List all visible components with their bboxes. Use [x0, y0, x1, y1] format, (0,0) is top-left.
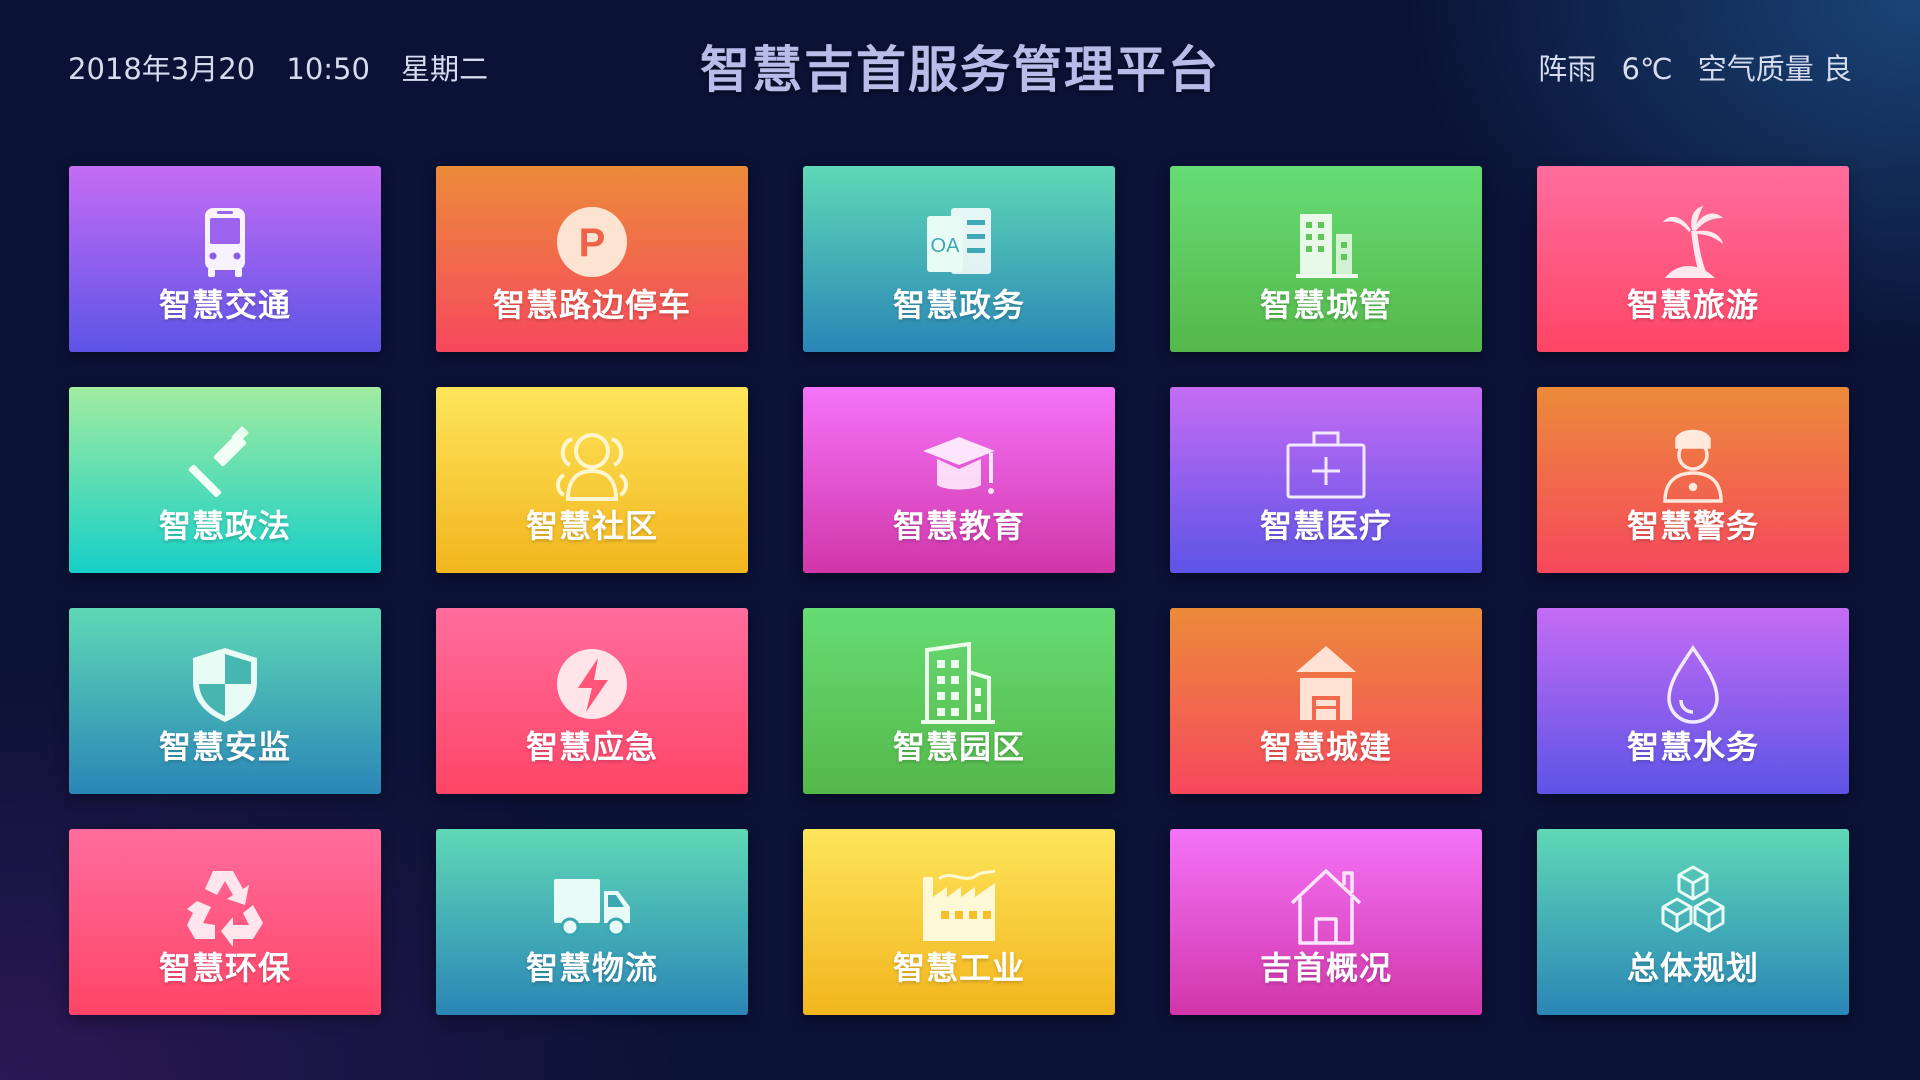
tile-label: 智慧交通 — [158, 286, 291, 324]
parking-icon: P — [550, 200, 634, 284]
house-construction-icon — [1284, 642, 1368, 726]
tile-smart-emergency[interactable]: 智慧应急 — [436, 608, 748, 794]
air-quality-text: 空气质量 良 — [1697, 52, 1852, 86]
home-outline-icon — [1284, 863, 1368, 947]
tile-smart-police[interactable]: 智慧警务 — [1537, 387, 1849, 573]
tile-jishou-overview[interactable]: 吉首概况 — [1170, 829, 1482, 1015]
delivery-truck-icon — [550, 863, 634, 947]
tile-smart-tourism[interactable]: 智慧旅游 — [1537, 166, 1849, 352]
tile-smart-law[interactable]: 智慧政法 — [69, 387, 381, 573]
office-park-icon — [917, 642, 1001, 726]
tile-smart-safety-supervision[interactable]: 智慧安监 — [69, 608, 381, 794]
module-grid: 智慧交通 P 智慧路边停车 OA 智慧政务 智慧城管 智慧旅游 智慧政法 智慧社… — [69, 166, 1852, 1015]
weather-text: 阵雨 — [1538, 52, 1597, 86]
tile-label: 智慧路边停车 — [492, 286, 691, 324]
svg-text:OA: OA — [931, 235, 961, 257]
top-bar: 2018年3月20 10:50 星期二 智慧吉首服务管理平台 阵雨 6℃ 空气质… — [0, 0, 1920, 130]
police-officer-icon — [1651, 421, 1735, 505]
tile-smart-park[interactable]: 智慧园区 — [803, 608, 1115, 794]
tile-label: 智慧城建 — [1259, 728, 1392, 766]
tile-smart-education[interactable]: 智慧教育 — [803, 387, 1115, 573]
tile-label: 智慧社区 — [525, 507, 658, 545]
tile-label: 智慧旅游 — [1626, 286, 1759, 324]
tile-smart-logistics[interactable]: 智慧物流 — [436, 829, 748, 1015]
tile-smart-water[interactable]: 智慧水务 — [1537, 608, 1849, 794]
tile-label: 智慧水务 — [1626, 728, 1759, 766]
tile-label: 智慧应急 — [525, 728, 658, 766]
tile-overall-planning[interactable]: 总体规划 — [1537, 829, 1849, 1015]
tile-smart-industry[interactable]: 智慧工业 — [803, 829, 1115, 1015]
lightning-icon — [550, 642, 634, 726]
tile-label: 智慧教育 — [892, 507, 1025, 545]
tile-label: 智慧政法 — [158, 507, 291, 545]
shield-icon — [183, 642, 267, 726]
tile-smart-city-management[interactable]: 智慧城管 — [1170, 166, 1482, 352]
city-building-icon — [1284, 200, 1368, 284]
tile-label: 智慧安监 — [158, 728, 291, 766]
recycle-icon — [183, 863, 267, 947]
tile-label: 智慧物流 — [525, 949, 658, 987]
gavel-icon — [183, 421, 267, 505]
medical-kit-icon — [1284, 421, 1368, 505]
tile-label: 总体规划 — [1626, 949, 1759, 987]
tile-label: 智慧警务 — [1626, 507, 1759, 545]
tile-smart-parking[interactable]: P 智慧路边停车 — [436, 166, 748, 352]
tile-smart-urban-construction[interactable]: 智慧城建 — [1170, 608, 1482, 794]
tile-smart-environment[interactable]: 智慧环保 — [69, 829, 381, 1015]
graduation-cap-icon — [917, 421, 1001, 505]
factory-icon — [917, 863, 1001, 947]
tile-smart-medical[interactable]: 智慧医疗 — [1170, 387, 1482, 573]
tile-label: 智慧医疗 — [1259, 507, 1392, 545]
tile-label: 智慧工业 — [892, 949, 1025, 987]
weather-display: 阵雨 6℃ 空气质量 良 — [1522, 46, 1852, 88]
community-people-icon — [550, 421, 634, 505]
bus-icon — [183, 200, 267, 284]
tile-smart-traffic[interactable]: 智慧交通 — [69, 166, 381, 352]
palm-tree-icon — [1651, 200, 1735, 284]
tile-smart-community[interactable]: 智慧社区 — [436, 387, 748, 573]
water-drop-icon — [1651, 642, 1735, 726]
tile-label: 吉首概况 — [1259, 949, 1392, 987]
tile-smart-government[interactable]: OA 智慧政务 — [803, 166, 1115, 352]
tile-label: 智慧环保 — [158, 949, 291, 987]
cubes-icon — [1651, 863, 1735, 947]
svg-text:P: P — [579, 221, 606, 265]
tile-label: 智慧园区 — [892, 728, 1025, 766]
tile-label: 智慧城管 — [1259, 286, 1392, 324]
temperature-text: 6℃ — [1621, 52, 1673, 86]
oa-document-icon: OA — [917, 200, 1001, 284]
tile-label: 智慧政务 — [892, 286, 1025, 324]
